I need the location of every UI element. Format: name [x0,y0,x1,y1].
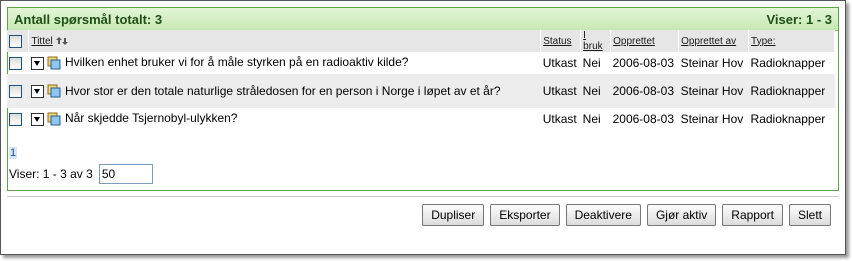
total-questions-label: Antall spørsmål totalt: 3 [14,11,163,27]
question-title[interactable]: Hvor stor er den totale naturlige stråle… [65,84,515,98]
question-stack-icon [47,84,61,98]
row-created-by: Steinar Hov [680,112,744,126]
range-label: Viser: 1 - 3 [766,11,832,27]
column-title[interactable]: Tittel [31,36,52,47]
row-status: Utkast [542,112,577,126]
question-title[interactable]: Hvilken enhet bruker vi for å måle styrk… [65,55,409,69]
report-button[interactable]: Rapport [722,204,783,226]
pager-row: Viser: 1 - 3 av 3 [9,164,153,184]
column-status[interactable]: Status [543,36,571,47]
panel-header: Antall spørsmål totalt: 3 Viser: 1 - 3 [8,8,838,31]
row-checkbox[interactable] [9,113,22,127]
question-stack-icon [47,112,61,126]
page-link[interactable]: 1 [9,147,18,159]
window-frame: Antall spørsmål totalt: 3 Viser: 1 - 3 T… [0,0,846,255]
dropdown-arrow-icon[interactable] [30,112,44,126]
questions-table: Tittel Status I bruk Opprettet Opprettet… [7,30,835,130]
table-row[interactable]: Hvilken enhet bruker vi for å måle styrk… [7,52,835,74]
table-row[interactable]: Når skjedde Tsjernobyl-ulykken? Utkast N… [7,108,835,130]
table-header-row: Tittel Status I bruk Opprettet Opprettet… [7,30,835,52]
duplicate-button[interactable]: Dupliser [422,204,485,226]
table-row[interactable]: Hvor stor er den totale naturlige stråle… [7,74,835,108]
row-created: 2006-08-03 [612,56,674,70]
deactivate-button[interactable]: Deaktivere [565,204,641,226]
row-status: Utkast [542,56,577,70]
column-type[interactable]: Type: [751,36,775,47]
question-title[interactable]: Når skjedde Tsjernobyl-ulykken? [65,111,238,125]
activate-button[interactable]: Gjør aktiv [646,204,717,226]
row-in-use: Nei [582,56,601,70]
row-checkbox[interactable] [9,57,22,71]
sort-arrows-icon[interactable] [55,36,68,46]
delete-button[interactable]: Slett [788,204,831,226]
row-created-by: Steinar Hov [680,56,744,70]
select-all-checkbox[interactable] [9,34,22,48]
row-checkbox[interactable] [9,85,22,99]
column-in-use[interactable]: I bruk [583,30,602,52]
dropdown-arrow-icon[interactable] [30,84,44,98]
row-in-use: Nei [582,112,601,126]
row-created-by: Steinar Hov [678,74,749,108]
row-in-use: Nei [580,74,611,108]
row-type: Radioknapper [750,56,826,70]
row-created: 2006-08-03 [610,74,679,108]
column-created-by[interactable]: Opprettet av [681,36,736,47]
row-status: Utkast [540,74,581,108]
dropdown-arrow-icon[interactable] [30,56,44,70]
pager-summary: Viser: 1 - 3 av 3 [9,167,93,181]
question-stack-icon [47,56,61,70]
row-type: Radioknapper [748,74,835,108]
row-created: 2006-08-03 [612,112,674,126]
page-size-input[interactable] [98,164,153,184]
divider [7,196,839,197]
column-created[interactable]: Opprettet [613,36,655,47]
export-button[interactable]: Eksporter [490,204,560,226]
action-buttons: Dupliser Eksporter Deaktivere Gjør aktiv… [422,204,831,226]
row-type: Radioknapper [750,112,826,126]
